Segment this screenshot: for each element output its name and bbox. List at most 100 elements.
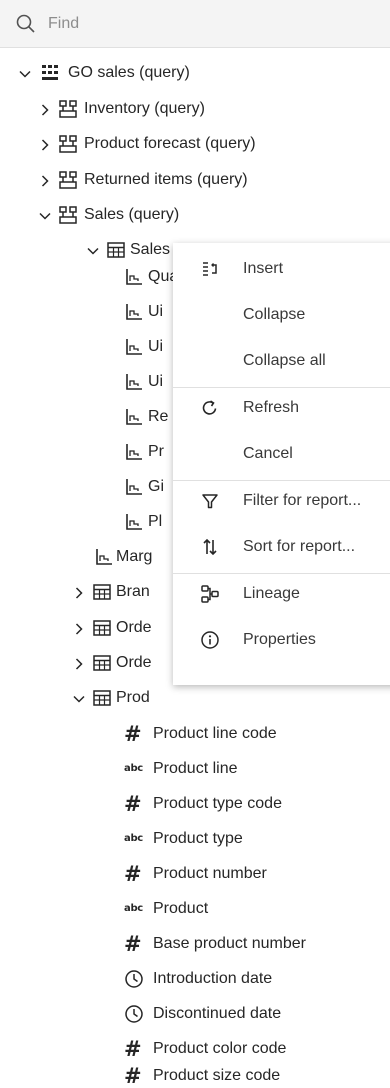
table-icon bbox=[107, 242, 125, 258]
menu-item-sort[interactable]: Sort for report... bbox=[173, 527, 390, 567]
tree-node-label: Product line bbox=[153, 760, 238, 777]
chevron-right-icon[interactable] bbox=[38, 174, 52, 188]
tree-node-label: Orde bbox=[116, 654, 152, 671]
search-bar bbox=[0, 0, 390, 48]
tree-node-label: Marg bbox=[116, 548, 153, 565]
refresh-icon bbox=[202, 400, 217, 415]
tree-node-label: Base product number bbox=[153, 935, 306, 952]
tree-node-label: Re bbox=[148, 408, 169, 425]
chevron-right-icon[interactable] bbox=[72, 586, 86, 600]
menu-item-label: Insert bbox=[243, 260, 284, 277]
search-input[interactable] bbox=[48, 10, 368, 38]
menu-item-collapse-all[interactable]: Collapse all bbox=[173, 341, 390, 381]
tree-node-column[interactable]: # Product type code bbox=[0, 786, 390, 822]
measure-icon bbox=[126, 479, 142, 495]
tree-node-label: Product size code bbox=[153, 1067, 281, 1084]
tree-node-label: Pl bbox=[148, 513, 163, 530]
search-icon bbox=[16, 14, 35, 33]
info-icon bbox=[201, 631, 219, 649]
measure-icon bbox=[126, 374, 142, 390]
clock-icon bbox=[125, 1005, 143, 1023]
table-icon bbox=[93, 584, 111, 600]
number-type-icon: # bbox=[124, 1037, 142, 1061]
query-icon bbox=[59, 206, 77, 224]
measure-icon bbox=[126, 444, 142, 460]
tree-node-column[interactable]: # Product size code bbox=[0, 1066, 390, 1087]
tree-node-label: Introduction date bbox=[153, 970, 273, 987]
menu-item-label: Sort for report... bbox=[243, 538, 356, 555]
query-icon bbox=[59, 171, 77, 189]
chevron-right-icon[interactable] bbox=[38, 103, 52, 117]
menu-item-label: Filter for report... bbox=[243, 492, 362, 509]
measure-icon bbox=[126, 269, 142, 285]
tree-node-column[interactable]: abc Product type bbox=[0, 821, 390, 857]
tree-node-column[interactable]: Introduction date bbox=[0, 961, 390, 997]
table-icon bbox=[93, 690, 111, 706]
chevron-right-icon[interactable] bbox=[38, 138, 52, 152]
table-icon bbox=[93, 620, 111, 636]
lineage-icon bbox=[201, 585, 219, 603]
menu-item-label: Cancel bbox=[243, 445, 293, 462]
tree-node-label: Discontinued date bbox=[153, 1005, 282, 1022]
context-menu: Insert Collapse Collapse all Refresh Can… bbox=[173, 243, 390, 685]
chevron-down-icon[interactable] bbox=[86, 244, 100, 258]
number-type-icon: # bbox=[124, 722, 142, 746]
query-icon bbox=[59, 135, 77, 153]
insert-icon bbox=[203, 262, 217, 276]
tree-node-query[interactable]: Inventory (query) bbox=[0, 91, 390, 127]
text-type-icon: abc bbox=[124, 903, 143, 914]
filter-icon bbox=[202, 494, 218, 509]
tree-node-query[interactable]: Sales (query) bbox=[0, 197, 390, 233]
tree-node-label: Product type code bbox=[153, 795, 282, 812]
clock-icon bbox=[125, 970, 143, 988]
measure-icon bbox=[126, 339, 142, 355]
number-type-icon: # bbox=[124, 862, 142, 886]
menu-item-collapse[interactable]: Collapse bbox=[173, 295, 390, 335]
tree-node-column[interactable]: abc Product line bbox=[0, 751, 390, 787]
number-type-icon: # bbox=[124, 792, 142, 816]
data-module-icon bbox=[42, 65, 58, 80]
tree-node-column[interactable]: # Base product number bbox=[0, 926, 390, 962]
measure-icon bbox=[96, 549, 112, 565]
text-type-icon: abc bbox=[124, 833, 143, 844]
tree-node-column[interactable]: Discontinued date bbox=[0, 996, 390, 1032]
number-type-icon: # bbox=[124, 1064, 142, 1088]
chevron-right-icon[interactable] bbox=[72, 622, 86, 636]
tree-node-go-sales[interactable]: GO sales (query) bbox=[0, 55, 390, 91]
menu-item-cancel[interactable]: Cancel bbox=[173, 434, 390, 474]
tree-node-label: Pr bbox=[148, 443, 164, 460]
tree-node-label: Inventory (query) bbox=[84, 100, 205, 117]
tree-node-column[interactable]: abc Product bbox=[0, 891, 390, 927]
tree-node-label: Product color code bbox=[153, 1040, 287, 1057]
menu-item-filter[interactable]: Filter for report... bbox=[173, 481, 390, 521]
tree-node-query[interactable]: Product forecast (query) bbox=[0, 126, 390, 162]
menu-item-label: Properties bbox=[243, 631, 316, 648]
chevron-down-icon[interactable] bbox=[72, 692, 86, 706]
menu-item-refresh[interactable]: Refresh bbox=[173, 388, 390, 428]
tree-node-label: Product forecast (query) bbox=[84, 135, 256, 152]
menu-item-label: Collapse all bbox=[243, 352, 326, 369]
menu-item-label: Collapse bbox=[243, 306, 306, 323]
tree-node-column[interactable]: # Product color code bbox=[0, 1031, 390, 1067]
number-type-icon: # bbox=[124, 932, 142, 956]
tree-node-label: Product bbox=[153, 900, 209, 917]
tree-node-column[interactable]: # Product line code bbox=[0, 716, 390, 752]
measure-icon bbox=[126, 409, 142, 425]
menu-item-properties[interactable]: Properties bbox=[173, 620, 390, 660]
tree-node-label: Orde bbox=[116, 619, 152, 636]
sort-icon bbox=[203, 538, 217, 556]
tree-node-query[interactable]: Returned items (query) bbox=[0, 162, 390, 198]
chevron-right-icon[interactable] bbox=[72, 657, 86, 671]
menu-item-insert[interactable]: Insert bbox=[173, 249, 390, 289]
tree-node-column[interactable]: # Product number bbox=[0, 856, 390, 892]
chevron-down-icon[interactable] bbox=[38, 209, 52, 223]
chevron-down-icon[interactable] bbox=[18, 67, 32, 81]
menu-item-lineage[interactable]: Lineage bbox=[173, 574, 390, 614]
tree-node-label: Bran bbox=[116, 583, 150, 600]
tree-node-label: Returned items (query) bbox=[84, 171, 248, 188]
tree-node-table[interactable]: Prod bbox=[0, 680, 390, 716]
tree-node-label: GO sales (query) bbox=[68, 64, 190, 81]
tree-node-label: Ui bbox=[148, 338, 164, 355]
tree-node-label: Prod bbox=[116, 689, 150, 706]
measure-icon bbox=[126, 514, 142, 530]
